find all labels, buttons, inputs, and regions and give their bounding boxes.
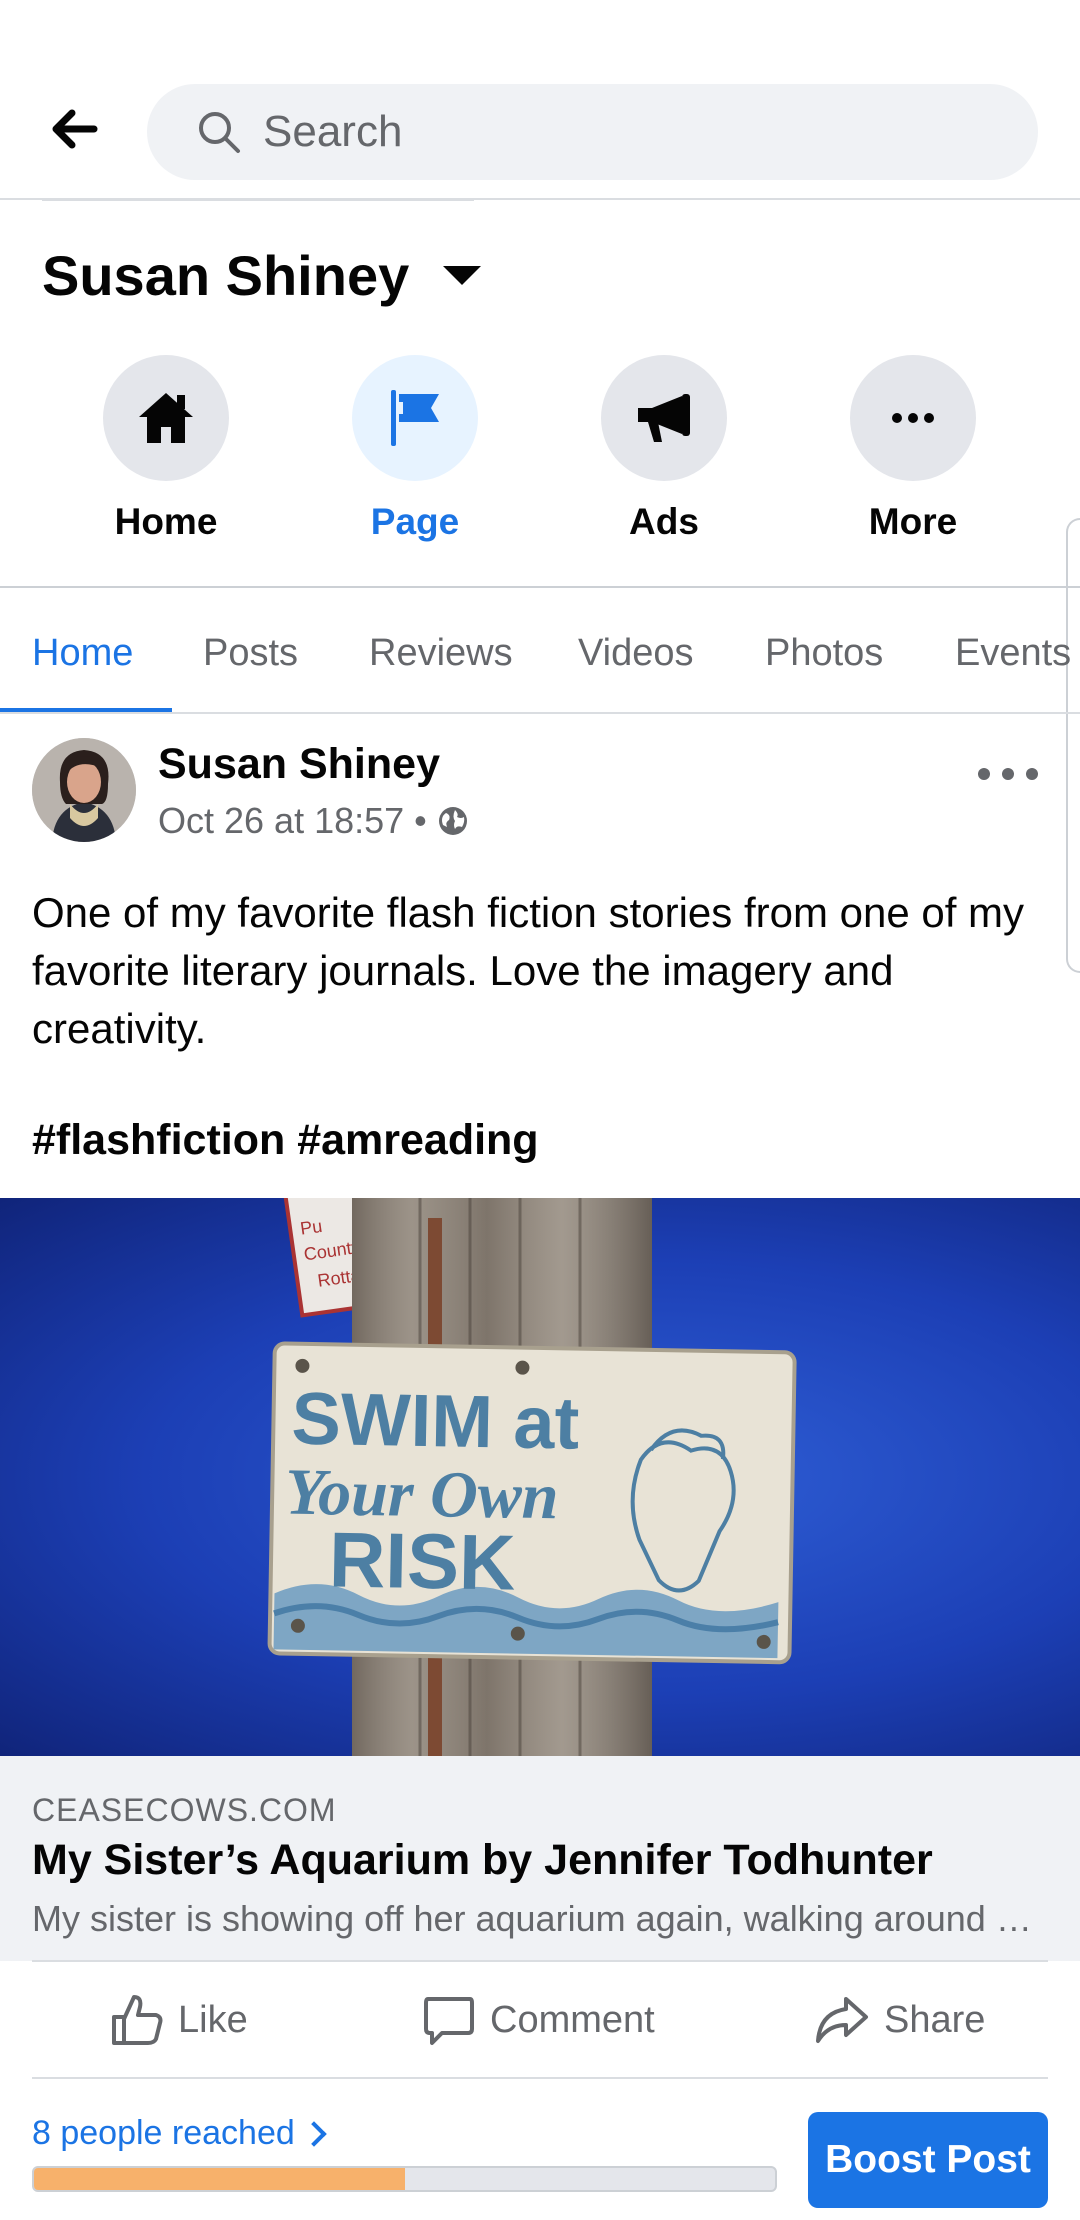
caret-down-icon	[443, 265, 482, 285]
more-dots-icon-dot	[1026, 768, 1038, 780]
nav-page-label: Page	[370, 501, 460, 542]
like-icon	[112, 1995, 163, 2045]
link-domain: CEASECOWS.COM	[32, 1792, 337, 1828]
page-title: Susan Shiney	[42, 243, 410, 307]
back-arrow-icon	[52, 109, 98, 149]
home-icon	[139, 393, 193, 443]
avatar[interactable]	[32, 738, 136, 842]
swim-sign-photo: Pu County Rottan SWIM at Your Own RISK	[267, 1198, 797, 1756]
link-title: My Sister’s Aquarium by Jennifer Todhunt…	[32, 1836, 933, 1884]
people-reached-link[interactable]: 8 people reached	[32, 2114, 327, 2153]
nav-home-label: Home	[114, 501, 218, 542]
sign-line-1: SWIM at	[291, 1377, 580, 1465]
post-timestamp[interactable]: Oct 26 at 18:57	[158, 800, 404, 842]
svg-text:Pu: Pu	[299, 1216, 324, 1239]
reach-progress-fill	[34, 2168, 405, 2190]
megaphone-icon-circle	[601, 355, 727, 481]
more-dots-icon-dot	[1002, 768, 1014, 780]
scroll-indicator	[42, 198, 474, 201]
megaphone-icon	[638, 394, 690, 442]
share-label: Share	[884, 1998, 986, 2041]
post-actions: Like Comment Share	[0, 1962, 1080, 2078]
page-nav: Home Page Ads More	[0, 355, 1080, 545]
link-description: My sister is showing off her aquarium ag…	[32, 1898, 1048, 1939]
more-icon	[892, 413, 934, 423]
back-button[interactable]	[40, 95, 108, 163]
boost-post-button[interactable]: Boost Post	[808, 2112, 1048, 2208]
flag-icon	[391, 390, 439, 446]
link-preview[interactable]: CEASECOWS.COM My Sister’s Aquarium by Je…	[0, 1756, 1080, 1961]
reach-text: 8 people reached	[32, 2114, 295, 2152]
like-button[interactable]: Like	[110, 1986, 248, 2054]
page-tabs: Home Posts Reviews Videos Photos Events	[0, 588, 1080, 714]
tab-reviews[interactable]: Reviews	[369, 632, 513, 675]
post-text: One of my favorite flash fiction stories…	[32, 889, 1025, 1052]
reach-progress-bar	[32, 2166, 777, 2192]
home-icon-circle	[103, 355, 229, 481]
more-icon-circle	[850, 355, 976, 481]
nav-more[interactable]: More	[813, 355, 1013, 543]
flag-icon-circle	[352, 355, 478, 481]
globe-icon	[438, 807, 467, 835]
nav-page[interactable]: Page	[315, 355, 515, 543]
comment-icon	[424, 1997, 474, 2045]
comment-button[interactable]: Comment	[422, 1986, 655, 2054]
post-header: Susan Shiney Oct 26 at 18:57 •	[0, 718, 1080, 868]
tab-home[interactable]: Home	[32, 632, 133, 675]
tab-posts[interactable]: Posts	[203, 632, 298, 675]
top-bar	[0, 0, 1080, 200]
post-image[interactable]: Pu County Rottan SWIM at Your Own RISK	[0, 1198, 1080, 1756]
active-tab-indicator	[0, 708, 172, 712]
search-icon	[199, 112, 240, 153]
meta-separator: •	[414, 800, 427, 841]
like-label: Like	[178, 1998, 248, 2041]
search-input[interactable]	[263, 107, 963, 157]
nav-more-label: More	[868, 501, 958, 542]
tab-events[interactable]: Events	[955, 632, 1071, 675]
post-hashtags[interactable]: #flashfiction #amreading	[32, 1116, 539, 1165]
tab-videos[interactable]: Videos	[578, 632, 694, 675]
sign-line-3: RISK	[328, 1515, 516, 1606]
divider	[32, 2077, 1048, 2079]
nav-home[interactable]: Home	[66, 355, 266, 543]
chevron-right-icon	[301, 2120, 327, 2147]
page-switcher[interactable]: Susan Shiney	[42, 240, 482, 310]
comment-label: Comment	[490, 1998, 655, 2041]
more-dots-icon	[978, 768, 990, 780]
share-button[interactable]: Share	[814, 1986, 985, 2054]
post-meta: Oct 26 at 18:57 •	[158, 800, 469, 842]
nav-ads-label: Ads	[629, 501, 699, 542]
tab-photos[interactable]: Photos	[765, 632, 883, 675]
post-author[interactable]: Susan Shiney	[158, 740, 440, 789]
post-options-button[interactable]	[978, 754, 1038, 794]
share-icon	[816, 1997, 868, 2043]
nav-ads[interactable]: Ads	[564, 355, 764, 543]
search-bar[interactable]	[147, 84, 1038, 180]
avatar-image	[32, 738, 136, 842]
